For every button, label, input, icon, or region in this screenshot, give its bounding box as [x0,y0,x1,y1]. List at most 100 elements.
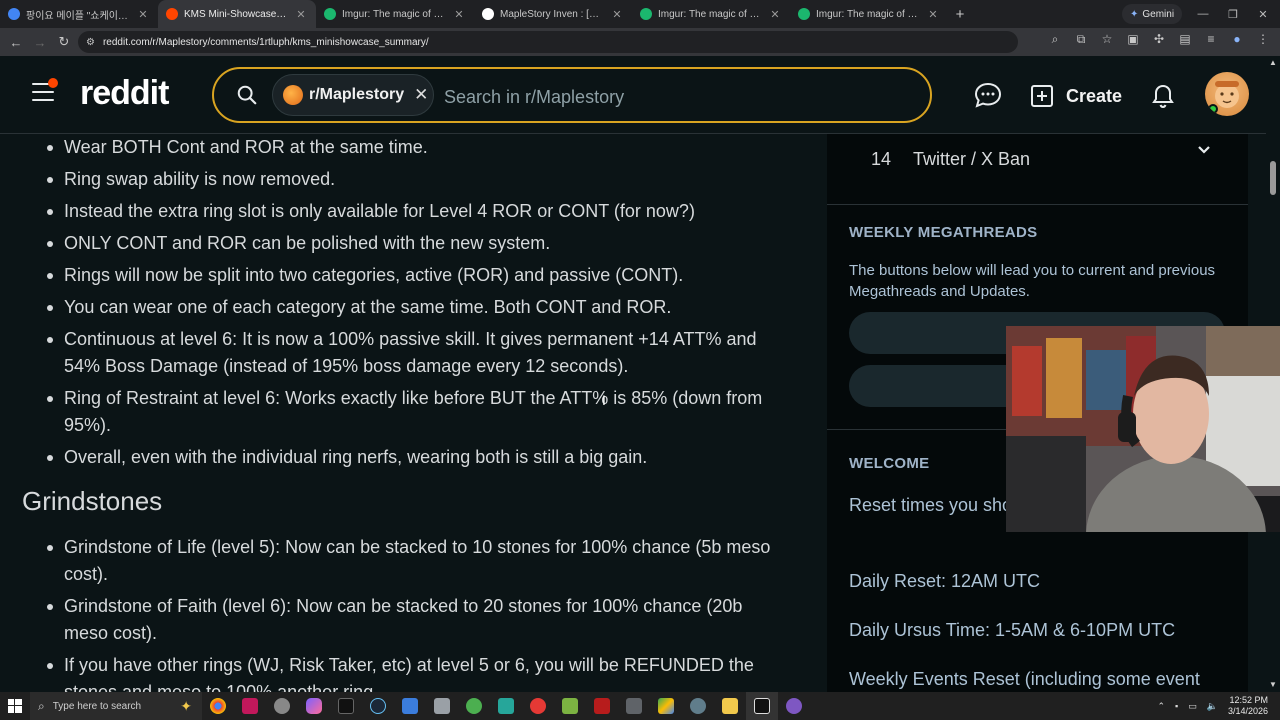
gemini-icon: ✦ [1130,8,1139,20]
list-item: If you have other rings (WJ, Risk Taker,… [47,652,786,692]
text-cursor-icon: I [602,392,606,408]
browser-tabstrip: 팡이요 메이플 "쇼케이스"랜선✕KMS Mini-Showcase Summa… [0,0,1280,28]
list-item: Continuous at level 6: It is now a 100% … [47,326,786,380]
app-icon[interactable] [234,692,266,720]
obs-icon[interactable] [778,692,810,720]
clock-time: 12:52 PM [1229,695,1268,705]
menu-kebab-icon[interactable]: ⋮ [1256,32,1270,47]
tray-chevron-icon[interactable]: ⌃ [1157,701,1165,712]
list-item: Ring of Restraint at level 6: Works exac… [47,385,786,439]
close-window-button[interactable]: ✕ [1248,0,1278,28]
browser-tab[interactable]: 팡이요 메이플 "쇼케이스"랜선 ✕ [0,0,158,28]
sidepanel-icon[interactable]: ▤ [1178,32,1192,47]
tab-favicon-icon [640,8,652,20]
chat-icon[interactable] [974,82,1002,108]
tab-close-icon[interactable]: ✕ [452,8,466,21]
app-icon[interactable] [490,692,522,720]
browser-tab[interactable]: Imgur: The magic of the Interne ✕ [632,0,790,28]
reddit-header: reddit r/Maplestory ✕ Search in r/Maples… [0,56,1280,134]
tab-close-icon[interactable]: ✕ [610,8,624,21]
tab-close-icon[interactable]: ✕ [926,8,940,21]
steam-icon[interactable] [362,692,394,720]
app-icon[interactable] [522,692,554,720]
scroll-down-arrow-icon[interactable]: ▼ [1269,680,1277,689]
chevron-down-icon[interactable] [1196,142,1212,163]
windows-taskbar: ⌕ Type here to search ✦ ⌃ ▪ ▭ 🔈 12:52 PM… [0,692,1280,720]
settings-gear-icon[interactable] [266,692,298,720]
install-icon[interactable]: ⧉ [1074,32,1088,47]
toolbar-icons: ⌕ ⧉ ☆ ▣ ✣ ▤ ≡ ● ⋮ [1048,32,1270,47]
list-item: Grindstone of Faith (level 6): Now can b… [47,593,786,647]
list-item: Rings will now be split into two categor… [47,262,786,289]
app-icon[interactable] [394,692,426,720]
windows-start-icon[interactable] [0,692,30,720]
zoom-icon[interactable]: ⌕ [1048,32,1062,47]
tab-close-icon[interactable]: ✕ [294,8,308,21]
forward-button[interactable]: → [28,30,52,54]
search-input[interactable]: Search in r/Maplestory [444,87,624,108]
browser-tab[interactable]: Imgur: The magic of the Interne ✕ [316,0,474,28]
extension-icon[interactable]: ▣ [1126,32,1140,47]
gemini-button[interactable]: ✦ Gemini [1122,4,1183,24]
sidebar-divider [827,204,1248,205]
new-tab-button[interactable]: + [948,6,972,23]
tab-close-icon[interactable]: ✕ [768,8,782,21]
puzzle-icon[interactable]: ✣ [1152,32,1166,47]
section-heading-grindstones: Grindstones [22,486,163,516]
tab-favicon-icon [166,8,178,20]
browser-tab[interactable]: KMS Mini-Showcase Summary ✕ [158,0,316,28]
tray-app-icon[interactable]: ▪ [1175,701,1178,711]
site-info-icon[interactable]: ⚙ [86,37,95,48]
app-icon[interactable] [554,692,586,720]
megathreads-description: The buttons below will lead you to curre… [849,262,1216,300]
scroll-up-arrow-icon[interactable]: ▲ [1269,58,1277,67]
create-button[interactable]: Create [1066,86,1122,107]
taskbar-search-input[interactable]: Type here to search [53,701,141,712]
bookmark-star-icon[interactable]: ☆ [1100,32,1114,47]
profile-icon[interactable]: ● [1230,32,1244,47]
address-bar[interactable]: ⚙ reddit.com/r/Maplestory/comments/1rtlu… [78,31,1018,53]
list-item: Overall, even with the individual ring n… [47,444,786,471]
network-icon[interactable]: ▭ [1188,701,1197,712]
taskbar-search[interactable]: ⌕ Type here to search ✦ [30,692,202,720]
list-item: ONLY CONT and ROR can be polished with t… [47,230,786,257]
copilot-icon[interactable] [298,692,330,720]
grindstone-list: Grindstone of Life (level 5): Now can be… [0,534,826,692]
remove-filter-close-icon[interactable]: ✕ [414,85,428,105]
tab-title: Imgur: The magic of the Interne [342,8,446,20]
user-avatar[interactable] [1205,72,1249,116]
terminal-icon[interactable] [330,692,362,720]
webcam-streamer-image [1006,326,1280,532]
google-drive-icon[interactable] [650,692,682,720]
file-explorer-icon[interactable] [714,692,746,720]
create-plus-icon[interactable] [1030,84,1054,108]
chrome-app-icon[interactable] [202,692,234,720]
notification-bell-icon[interactable] [1151,83,1175,109]
back-button[interactable]: ← [4,30,28,54]
rule-item-14[interactable]: 14 Twitter / X Ban [827,134,1248,184]
app-icon[interactable] [426,692,458,720]
calculator-icon[interactable] [618,692,650,720]
scrollbar-thumb[interactable] [1270,161,1276,195]
app-icon[interactable] [746,692,778,720]
browser-tab[interactable]: MapleStory Inven : [Long Post] ✕ [474,0,632,28]
app-icon[interactable] [458,692,490,720]
list-item: Wear BOTH Cont and ROR at the same time. [47,134,786,161]
reddit-logo[interactable]: reddit [80,74,169,113]
subreddit-filter-chip[interactable]: r/Maplestory ✕ [272,74,434,116]
browser-tab[interactable]: Imgur: The magic of the Interne ✕ [790,0,948,28]
media-icon[interactable]: ≡ [1204,32,1218,47]
taskbar-clock[interactable]: 12:52 PM 3/14/2026 [1228,695,1268,717]
search-bar[interactable]: r/Maplestory ✕ Search in r/Maplestory [212,67,932,123]
tab-title: 팡이요 메이플 "쇼케이스"랜선 [26,10,130,22]
minimize-button[interactable]: — [1188,0,1218,28]
maximize-button[interactable]: ❐ [1218,0,1248,28]
volume-icon[interactable]: 🔈 [1207,701,1218,712]
reload-button[interactable]: ↻ [52,30,76,54]
welcome-heading: WELCOME [849,455,930,472]
tab-close-icon[interactable]: ✕ [136,8,150,21]
list-item: You can wear one of each category at the… [47,294,786,321]
app-icon[interactable] [586,692,618,720]
list-item: Grindstone of Life (level 5): Now can be… [47,534,786,588]
app-icon[interactable] [682,692,714,720]
